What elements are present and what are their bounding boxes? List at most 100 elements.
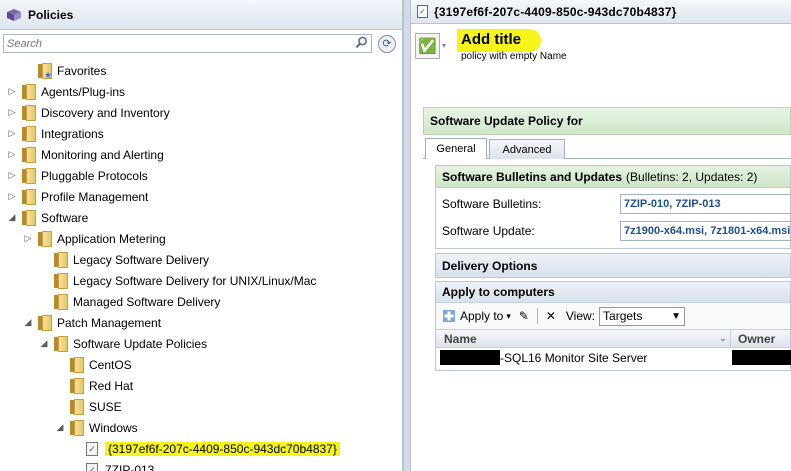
tree-item[interactable]: ◢ Patch Management [22,312,161,333]
policies-panel: Policies ⟳ ★ Favorites ▷ Agents/Plug-ins ▷ Di… [0,0,403,471]
tree-expander-icon[interactable]: ▷ [6,170,18,181]
search-icon[interactable] [355,36,368,52]
chevron-down-icon[interactable]: ▾ [506,311,511,322]
tree-item[interactable]: ▷ Pluggable Protocols [6,165,148,186]
row-name: -SQL16 Monitor Site Server [500,350,648,365]
delivery-options-header[interactable]: Delivery Options [435,253,791,278]
policy-icon: ✓ [86,441,98,456]
tree-item[interactable]: ▷ Agents/Plug-ins [6,81,125,102]
chevron-down-icon[interactable]: ▾ [442,41,446,50]
tree-item[interactable]: Legacy Software Delivery [38,249,209,270]
folder-icon [22,126,36,142]
tab-advanced[interactable]: Advanced [489,139,565,159]
tree-item-label: Application Metering [57,231,166,246]
refresh-icon[interactable]: ⟳ [378,34,396,53]
view-label: View: [565,309,596,323]
delete-icon[interactable]: ✕ [544,309,558,323]
apply-to-button[interactable]: Apply to [460,309,503,323]
folder-icon [22,147,36,163]
tree-item[interactable]: ◢ Software [6,207,88,228]
tree-item-label: Profile Management [41,189,149,204]
tree-item[interactable]: ▷ Discovery and Inventory [6,102,170,123]
tree-expander-icon[interactable]: ◢ [38,338,50,349]
update-value-link[interactable]: 7z1900-x64.msi, 7z1801-x64.msi [620,221,791,241]
chevron-down-icon: ▼ [671,310,682,322]
policies-app-icon [6,8,22,22]
tree-expander-icon[interactable]: ▷ [6,128,18,139]
tree-expander-icon[interactable]: ▷ [6,86,18,97]
tree-item[interactable]: SUSE [54,396,122,417]
bulletins-value-link[interactable]: 7ZIP-010, 7ZIP-013 [620,194,791,214]
section-title: Software Update Policy for [423,107,791,135]
edit-icon[interactable]: ✎ [517,309,531,323]
tree-item[interactable]: ★ Favorites [22,60,106,81]
tree-item[interactable]: ✓ {3197ef6f-207c-4409-850c-943dc70b4837} [70,438,340,459]
bulletins-panel: Software Bulletins and Updates (Bulletin… [435,165,791,249]
tree-item[interactable]: ◢ Software Update Policies [38,333,207,354]
redacted-name [440,350,500,365]
policy-name-field[interactable]: Add title [457,29,541,52]
update-label: Software Update: [442,224,535,238]
folder-icon [22,84,36,100]
tree-item-label: Managed Software Delivery [73,294,221,309]
column-name[interactable]: Name [444,332,477,346]
toolbar-divider [536,308,538,324]
column-owner[interactable]: Owner [738,332,775,346]
tree-item-label: Pluggable Protocols [41,168,148,183]
policy-description[interactable]: policy with empty Name [461,51,567,62]
search-input[interactable] [7,37,327,50]
grid-header: Name ⌄ Owner [436,329,790,348]
tree-expander-icon[interactable]: ▷ [6,149,18,160]
tree-item[interactable]: ◢ Windows [54,417,138,438]
tree-item-label: Agents/Plug-ins [41,84,126,99]
table-row[interactable]: -SQL16 Monitor Site Server [436,348,791,367]
folder-icon [54,336,68,352]
tree-item-label: Favorites [57,63,107,78]
tree-item[interactable]: ▷ Integrations [6,123,104,144]
tree-expander-icon[interactable]: ▷ [22,233,34,244]
favorites-folder-icon: ★ [38,63,52,80]
folder-icon [22,105,36,121]
bulletins-label: Software Bulletins: [442,197,542,211]
tab-strip: General Advanced [423,137,791,159]
folder-icon [22,168,36,184]
panel-splitter[interactable] [403,0,411,471]
apply-to-icon[interactable] [442,309,456,323]
tree-expander-icon[interactable]: ▷ [6,107,18,118]
tree-item-label: Discovery and Inventory [41,105,170,120]
tree-item-label: CentOS [89,357,132,372]
tree-item-label: SUSE [89,399,122,414]
folder-icon [22,210,36,226]
tree-item[interactable]: CentOS [54,354,132,375]
tree-expander-icon[interactable]: ▷ [6,191,18,202]
tree-item[interactable]: ▷ Application Metering [22,228,166,249]
redacted-owner [732,350,791,365]
view-select[interactable]: Targets ▼ [599,306,686,326]
tree-expander-icon[interactable]: ◢ [54,422,66,433]
folder-icon [54,294,68,310]
tree-item-label: {3197ef6f-207c-4409-850c-943dc70b4837} [105,441,340,456]
folder-icon [70,357,84,373]
view-select-value: Targets [603,309,643,323]
search-row: ⟳ [0,30,402,54]
tree-expander-icon[interactable]: ◢ [22,317,34,328]
column-sort-icon[interactable]: ⌄ [719,333,727,344]
tree-item[interactable]: ✓ 7ZIP-013 [70,459,154,471]
tab-general[interactable]: General [425,138,487,159]
tree-item-label: Patch Management [57,315,162,330]
tree-item-label: 7ZIP-013 [105,462,155,471]
policy-status-icon[interactable]: ✅ [415,33,440,59]
tree-item[interactable]: ▷ Monitoring and Alerting [6,144,164,165]
bulletins-title-label: Software Bulletins and Updates [442,169,623,184]
folder-icon [70,420,84,436]
apply-toolbar: Apply to ▾ ✎ ✕ View: Targets ▼ [436,303,790,329]
policy-icon: ✓ [86,462,98,471]
tree-item[interactable]: ▷ Profile Management [6,186,148,207]
search-box[interactable] [3,34,372,53]
tree-expander-icon[interactable]: ◢ [6,212,18,223]
tree-item[interactable]: Red Hat [54,375,133,396]
tree-item[interactable]: Legacy Software Delivery for UNIX/Linux/… [38,270,316,291]
tree-item[interactable]: Managed Software Delivery [38,291,220,312]
details-title: {3197ef6f-207c-4409-850c-943dc70b4837} [434,4,677,19]
folder-icon [70,378,84,394]
